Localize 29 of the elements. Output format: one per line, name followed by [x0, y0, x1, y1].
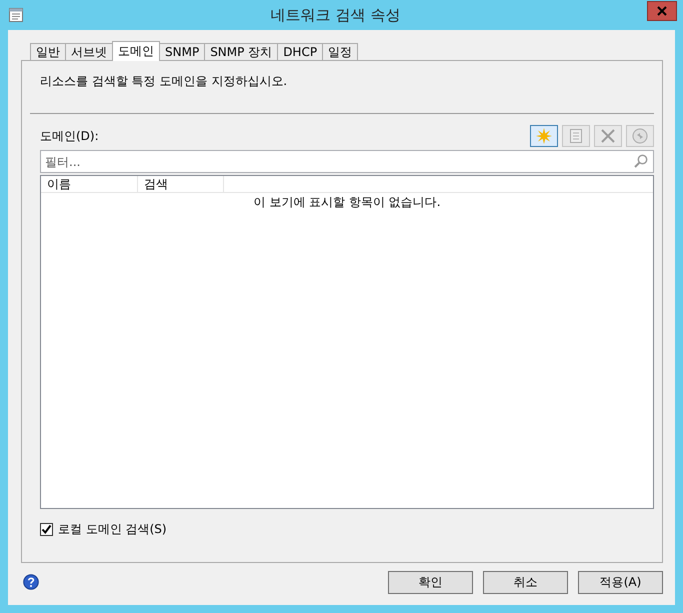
- tab[interactable]: DHCP: [277, 43, 324, 60]
- column-header[interactable]: 검색: [138, 176, 224, 192]
- new-button[interactable]: [530, 125, 558, 147]
- filter-field[interactable]: 필터...: [40, 150, 654, 173]
- refresh-icon: [632, 128, 648, 144]
- dialog-button[interactable]: 확인: [388, 570, 473, 594]
- close-button[interactable]: [647, 0, 677, 20]
- close-icon: [657, 6, 667, 16]
- starburst-icon: [536, 128, 552, 144]
- dialog-button[interactable]: 적용(A): [578, 570, 663, 594]
- column-header[interactable]: 이름: [41, 176, 138, 192]
- document-icon: [568, 128, 584, 144]
- tab[interactable]: 일반: [30, 43, 66, 60]
- window-title: 네트워크 검색 속성: [270, 6, 402, 24]
- delete-icon: [600, 128, 616, 144]
- dialog-button[interactable]: 취소: [483, 570, 568, 594]
- tab[interactable]: SNMP: [159, 43, 206, 60]
- description-text: 리소스를 검색할 특정 도메인을 지정하십시오.: [40, 73, 288, 90]
- domains-label: 도메인(D):: [40, 128, 99, 144]
- empty-message: 이 보기에 표시할 항목이 없습니다.: [253, 195, 441, 209]
- help-icon[interactable]: [23, 574, 39, 590]
- checkbox-label: 로컬 도메인 검색(S): [58, 521, 167, 538]
- search-icon: [634, 154, 648, 168]
- tab[interactable]: 도메인: [112, 41, 160, 61]
- document-icon: [8, 7, 24, 23]
- tab[interactable]: 서브넷: [65, 43, 113, 60]
- checkbox[interactable]: [40, 523, 53, 536]
- tab[interactable]: SNMP 장치: [204, 43, 278, 60]
- tab[interactable]: 일정: [322, 43, 358, 60]
